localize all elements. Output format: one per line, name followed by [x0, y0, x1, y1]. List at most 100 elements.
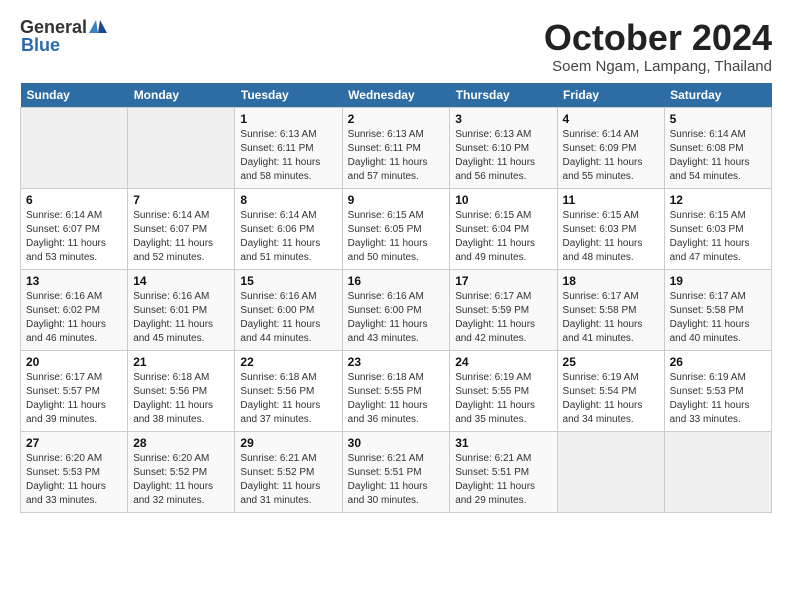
calendar-cell: 2 Sunrise: 6:13 AM Sunset: 6:11 PM Daylig… [342, 107, 450, 188]
day-number: 19 [670, 274, 766, 288]
day-info: Sunrise: 6:14 AM Sunset: 6:08 PM Dayligh… [670, 128, 766, 184]
calendar-cell: 3Sunrise: 6:13 AM Sunset: 6:10 PM Daylig… [450, 107, 557, 188]
calendar-cell: 25 Sunrise: 6:19 AM Sunset: 5:54 PM Dayli… [557, 350, 664, 431]
calendar-cell [664, 431, 771, 512]
day-info: Sunrise: 6:19 AM Sunset: 5:53 PM Dayligh… [670, 371, 766, 427]
calendar-cell: 5 Sunrise: 6:14 AM Sunset: 6:08 PM Daylig… [664, 107, 771, 188]
header-wednesday: Wednesday [342, 83, 450, 108]
day-info: Sunrise: 6:15 AM Sunset: 6:03 PM Dayligh… [670, 209, 766, 265]
day-number: 6 [26, 193, 122, 207]
calendar-cell: 30 Sunrise: 6:21 AM Sunset: 5:51 PM Dayli… [342, 431, 450, 512]
calendar-title: October 2024 [544, 18, 772, 58]
day-number: 27 [26, 436, 122, 450]
day-number: 9 [348, 193, 445, 207]
day-info: Sunrise: 6:18 AM Sunset: 5:56 PM Dayligh… [240, 371, 336, 427]
calendar-cell: 28Sunrise: 6:20 AM Sunset: 5:52 PM Dayli… [128, 431, 235, 512]
logo-general: General [20, 18, 87, 36]
header-tuesday: Tuesday [235, 83, 342, 108]
day-number: 16 [348, 274, 445, 288]
day-info: Sunrise: 6:14 AM Sunset: 6:07 PM Dayligh… [133, 209, 229, 265]
day-number: 4 [563, 112, 659, 126]
day-info: Sunrise: 6:18 AM Sunset: 5:55 PM Dayligh… [348, 371, 445, 427]
day-number: 30 [348, 436, 445, 450]
day-number: 5 [670, 112, 766, 126]
header-thursday: Thursday [450, 83, 557, 108]
calendar-cell: 18 Sunrise: 6:17 AM Sunset: 5:58 PM Dayli… [557, 269, 664, 350]
logo: General Blue [20, 18, 107, 54]
calendar-cell [128, 107, 235, 188]
day-number: 17 [455, 274, 551, 288]
day-info: Sunrise: 6:13 AM Sunset: 6:10 PM Dayligh… [455, 128, 551, 184]
calendar-cell: 24Sunrise: 6:19 AM Sunset: 5:55 PM Dayli… [450, 350, 557, 431]
calendar-cell: 1 Sunrise: 6:13 AM Sunset: 6:11 PM Daylig… [235, 107, 342, 188]
day-number: 26 [670, 355, 766, 369]
calendar-cell: 22 Sunrise: 6:18 AM Sunset: 5:56 PM Dayli… [235, 350, 342, 431]
day-info: Sunrise: 6:21 AM Sunset: 5:52 PM Dayligh… [240, 452, 336, 508]
header-friday: Friday [557, 83, 664, 108]
day-number: 22 [240, 355, 336, 369]
day-info: Sunrise: 6:15 AM Sunset: 6:05 PM Dayligh… [348, 209, 445, 265]
calendar-cell: 26 Sunrise: 6:19 AM Sunset: 5:53 PM Dayli… [664, 350, 771, 431]
header-monday: Monday [128, 83, 235, 108]
day-number: 1 [240, 112, 336, 126]
calendar-cell: 7 Sunrise: 6:14 AM Sunset: 6:07 PM Daylig… [128, 188, 235, 269]
day-info: Sunrise: 6:14 AM Sunset: 6:06 PM Dayligh… [240, 209, 336, 265]
day-info: Sunrise: 6:21 AM Sunset: 5:51 PM Dayligh… [348, 452, 445, 508]
week-row-0: 1 Sunrise: 6:13 AM Sunset: 6:11 PM Daylig… [21, 107, 772, 188]
title-block: October 2024 Soem Ngam, Lampang, Thailan… [544, 18, 772, 75]
page: General Blue October 2024 Soem Ngam, Lam… [0, 0, 792, 525]
day-number: 31 [455, 436, 551, 450]
day-info: Sunrise: 6:21 AM Sunset: 5:51 PM Dayligh… [455, 452, 551, 508]
calendar-cell: 6Sunrise: 6:14 AM Sunset: 6:07 PM Daylig… [21, 188, 128, 269]
day-number: 15 [240, 274, 336, 288]
calendar-cell: 31 Sunrise: 6:21 AM Sunset: 5:51 PM Dayli… [450, 431, 557, 512]
calendar-table: Sunday Monday Tuesday Wednesday Thursday… [20, 83, 772, 513]
day-info: Sunrise: 6:19 AM Sunset: 5:55 PM Dayligh… [455, 371, 551, 427]
day-number: 7 [133, 193, 229, 207]
day-info: Sunrise: 6:20 AM Sunset: 5:52 PM Dayligh… [133, 452, 229, 508]
calendar-cell: 29 Sunrise: 6:21 AM Sunset: 5:52 PM Dayli… [235, 431, 342, 512]
calendar-cell: 15Sunrise: 6:16 AM Sunset: 6:00 PM Dayli… [235, 269, 342, 350]
day-number: 25 [563, 355, 659, 369]
day-info: Sunrise: 6:17 AM Sunset: 5:59 PM Dayligh… [455, 290, 551, 346]
day-info: Sunrise: 6:16 AM Sunset: 6:02 PM Dayligh… [26, 290, 122, 346]
day-info: Sunrise: 6:20 AM Sunset: 5:53 PM Dayligh… [26, 452, 122, 508]
day-number: 10 [455, 193, 551, 207]
day-number: 12 [670, 193, 766, 207]
calendar-cell: 14 Sunrise: 6:16 AM Sunset: 6:01 PM Dayli… [128, 269, 235, 350]
day-number: 2 [348, 112, 445, 126]
day-number: 23 [348, 355, 445, 369]
calendar-cell: 20Sunrise: 6:17 AM Sunset: 5:57 PM Dayli… [21, 350, 128, 431]
calendar-cell: 8 Sunrise: 6:14 AM Sunset: 6:06 PM Daylig… [235, 188, 342, 269]
calendar-subtitle: Soem Ngam, Lampang, Thailand [544, 58, 772, 75]
day-info: Sunrise: 6:13 AM Sunset: 6:11 PM Dayligh… [348, 128, 445, 184]
day-info: Sunrise: 6:16 AM Sunset: 6:01 PM Dayligh… [133, 290, 229, 346]
day-info: Sunrise: 6:17 AM Sunset: 5:57 PM Dayligh… [26, 371, 122, 427]
week-row-2: 13 Sunrise: 6:16 AM Sunset: 6:02 PM Dayli… [21, 269, 772, 350]
day-info: Sunrise: 6:17 AM Sunset: 5:58 PM Dayligh… [670, 290, 766, 346]
calendar-cell: 11Sunrise: 6:15 AM Sunset: 6:03 PM Dayli… [557, 188, 664, 269]
week-row-4: 27 Sunrise: 6:20 AM Sunset: 5:53 PM Dayli… [21, 431, 772, 512]
day-number: 18 [563, 274, 659, 288]
day-info: Sunrise: 6:14 AM Sunset: 6:09 PM Dayligh… [563, 128, 659, 184]
logo-arrow-icon2 [98, 20, 107, 33]
day-number: 8 [240, 193, 336, 207]
day-info: Sunrise: 6:19 AM Sunset: 5:54 PM Dayligh… [563, 371, 659, 427]
week-row-3: 20Sunrise: 6:17 AM Sunset: 5:57 PM Dayli… [21, 350, 772, 431]
header-row: Sunday Monday Tuesday Wednesday Thursday… [21, 83, 772, 108]
day-info: Sunrise: 6:18 AM Sunset: 5:56 PM Dayligh… [133, 371, 229, 427]
header: General Blue October 2024 Soem Ngam, Lam… [20, 18, 772, 75]
logo-blue: Blue [21, 36, 107, 54]
day-number: 21 [133, 355, 229, 369]
day-info: Sunrise: 6:13 AM Sunset: 6:11 PM Dayligh… [240, 128, 336, 184]
header-sunday: Sunday [21, 83, 128, 108]
calendar-cell [557, 431, 664, 512]
calendar-cell: 27 Sunrise: 6:20 AM Sunset: 5:53 PM Dayli… [21, 431, 128, 512]
day-number: 13 [26, 274, 122, 288]
calendar-cell: 10 Sunrise: 6:15 AM Sunset: 6:04 PM Dayli… [450, 188, 557, 269]
day-info: Sunrise: 6:17 AM Sunset: 5:58 PM Dayligh… [563, 290, 659, 346]
day-number: 29 [240, 436, 336, 450]
day-number: 14 [133, 274, 229, 288]
day-info: Sunrise: 6:15 AM Sunset: 6:04 PM Dayligh… [455, 209, 551, 265]
header-saturday: Saturday [664, 83, 771, 108]
